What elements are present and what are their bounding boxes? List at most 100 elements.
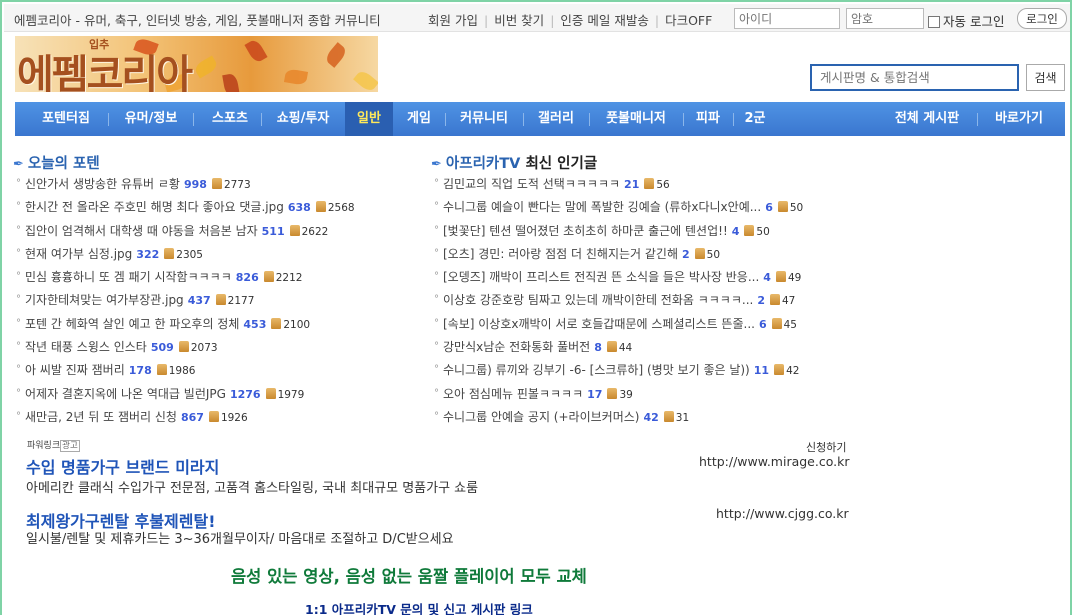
nav-item-general[interactable]: 일반 [345, 102, 393, 136]
find-password-link[interactable]: 비번 찾기 [494, 13, 544, 28]
comment-count: 42 [643, 410, 659, 424]
nav-shortcut[interactable]: 바로가기 [981, 102, 1057, 136]
feather-icon: ✒ [431, 157, 442, 172]
nav-item-humor[interactable]: 유머/정보 [112, 102, 190, 136]
post-title[interactable]: 김민교의 직업 도적 선택ㅋㅋㅋㅋㅋ [443, 177, 620, 191]
thumbs-up-icon [289, 224, 300, 236]
nav-item-football-manager[interactable]: 풋볼매니저 [592, 102, 680, 136]
post-title[interactable]: [벛꽃단] 텐션 떨어졌던 초히초히 하마쿤 출근에 텐션업!! [443, 224, 728, 238]
nav-item-shopping[interactable]: 쇼핑/투자 [264, 102, 342, 136]
list-item[interactable]: ° 현재 여가부 심정.jpg 322 2305 [16, 244, 355, 267]
search-input[interactable] [810, 64, 1019, 91]
list-item[interactable]: ° [오츠] 경민: 러아랑 점점 더 친해지는거 같긴해 2 50 [434, 244, 803, 267]
list-item[interactable]: ° 아 씨발 진짜 잼버리 178 1986 [16, 360, 355, 383]
post-title[interactable]: 포텐 간 헤화역 살인 예고 한 파오후의 정체 [25, 317, 239, 331]
nav-item-poten[interactable]: 포텐터짐 [29, 102, 103, 136]
post-title[interactable]: 수니그룹 예슬이 빤다는 말에 폭발한 깅예슬 (류하x다니x안예... [443, 200, 761, 214]
list-item[interactable]: ° 수니그룹 예슬이 빤다는 말에 폭발한 깅예슬 (류하x다니x안예... 6 50 [434, 197, 803, 220]
page-frame: 에펨코리아 - 유머, 축구, 인터넷 방송, 게임, 풋볼매니저 종합 커뮤니… [0, 0, 1072, 615]
comment-count: 8 [594, 341, 602, 355]
comment-count: 6 [758, 317, 767, 331]
thumbs-up-icon [644, 178, 655, 189]
list-item[interactable]: ° 강만식x남순 전화통화 풀버전 8 44 [434, 337, 803, 360]
ad-url-1[interactable]: http://www.mirage.co.kr [699, 454, 850, 469]
search-button[interactable]: 검색 [1026, 64, 1065, 91]
post-title[interactable]: 집안이 엄격해서 대학생 때 야동을 처음본 남자 [25, 224, 258, 238]
list-item[interactable]: ° 포텐 간 헤화역 살인 예고 한 파오후의 정체 453 2100 [16, 314, 355, 337]
site-logo[interactable]: 입추 에펨코리아 [15, 36, 378, 92]
list-item[interactable]: ° 김민교의 직업 도적 선택ㅋㅋㅋㅋㅋ 21 56 [434, 174, 803, 197]
user-id-input[interactable] [734, 8, 840, 29]
post-title[interactable]: 신안가서 생방송한 유튜버 ㄹ황 [25, 177, 180, 191]
post-title[interactable]: 어제자 결혼지옥에 나온 역대급 빌런JPG [25, 387, 226, 401]
nav-item-community[interactable]: 커뮤니티 [448, 102, 520, 136]
section-title-today-poten[interactable]: ✒ 오늘의 포텐 [13, 152, 100, 173]
post-title[interactable]: [오츠] 경민: 러아랑 점점 더 친해지는거 같긴해 [443, 247, 678, 261]
signup-link[interactable]: 회원 가입 [428, 13, 478, 28]
list-item[interactable]: ° 한시간 전 올라온 주호민 해명 최다 좋아요 댓글.jpg 638 2568 [16, 197, 355, 220]
list-item[interactable]: ° 오아 점심메뉴 핀볼ㅋㅋㅋㅋ 17 39 [434, 384, 803, 407]
ad-apply-link[interactable]: 신청하기 [806, 439, 846, 455]
thumbs-up-icon [606, 341, 617, 353]
bullet-icon: ° [16, 294, 21, 306]
post-title[interactable]: 민심 흉흉하니 또 겜 패기 시작함ㅋㅋㅋㅋ [25, 270, 232, 284]
thumbs-up-icon [771, 317, 782, 329]
post-title[interactable]: 아 씨발 진짜 잼버리 [25, 363, 125, 377]
list-item[interactable]: ° [속보] 이상호x깨박이 서로 호들갑때문에 스페셜리스트 뜬줄... 6 45 [434, 314, 803, 337]
comment-count: 511 [261, 224, 285, 238]
list-item[interactable]: ° [오뎅즈] 깨박이 프리스트 전직권 뜬 소식을 들은 박사장 반응... 4 4… [434, 267, 803, 290]
post-title[interactable]: [오뎅즈] 깨박이 프리스트 전직권 뜬 소식을 들은 박사장 반응... [443, 270, 759, 284]
nav-item-fifa[interactable]: 피파 [686, 102, 730, 136]
auto-login-label: 자동 로그인 [943, 14, 1005, 29]
thumbs-up-icon [271, 317, 282, 329]
ad-url-2[interactable]: http://www.cjgg.co.kr [716, 506, 849, 521]
post-title[interactable]: 기자한테쳐맞는 여가부장관.jpg [25, 293, 184, 307]
post-title[interactable]: 이상호 강준호랑 팀짜고 있는데 깨박이한테 전화옴 ㅋㅋㅋㅋ... [443, 293, 753, 307]
auto-login-checkbox[interactable]: 자동 로그인 [928, 11, 1004, 30]
like-count: 2100 [283, 318, 311, 331]
list-item[interactable]: ° [벛꽃단] 텐션 떨어졌던 초히초히 하마쿤 출근에 텐션업!! 4 50 [434, 221, 803, 244]
post-title[interactable]: 새만금, 2년 뒤 또 잼버리 신청 [25, 410, 177, 424]
like-count: 2305 [176, 248, 203, 261]
post-title[interactable]: 강만식x남순 전화통화 풀버전 [443, 340, 590, 354]
list-item[interactable]: ° 새만금, 2년 뒤 또 잼버리 신청 867 1926 [16, 407, 355, 430]
like-count: 39 [619, 388, 633, 401]
bullet-icon: ° [434, 178, 439, 189]
list-item[interactable]: ° 수니그룹) 류끼와 깅부기 -6- [스크류하] (병맛 보기 좋은 날)) 1… [434, 360, 803, 383]
section-title-afreeca[interactable]: ✒ 아프리카TV 최신 인기글 [431, 152, 597, 173]
post-title[interactable]: 수니그룹) 류끼와 깅부기 -6- [스크류하] (병맛 보기 좋은 날)) [443, 363, 750, 377]
post-title[interactable]: 한시간 전 올라온 주호민 해명 최다 좋아요 댓글.jpg [25, 200, 284, 214]
nav-item-sports[interactable]: 스포츠 [196, 102, 264, 136]
list-item[interactable]: ° 어제자 결혼지옥에 나온 역대급 빌런JPG 1276 1979 [16, 384, 355, 407]
list-item[interactable]: ° 집안이 엄격해서 대학생 때 야동을 처음본 남자 511 2622 [16, 221, 355, 244]
post-title[interactable]: 현재 여가부 심정.jpg [25, 247, 132, 261]
nav-item-2gun[interactable]: 2군 [736, 102, 774, 136]
nav-item-gallery[interactable]: 갤러리 [526, 102, 586, 136]
list-item[interactable]: ° 이상호 강준호랑 팀짜고 있는데 깨박이한테 전화옴 ㅋㅋㅋㅋ... 2 47 [434, 290, 803, 313]
dark-mode-toggle[interactable]: 다크OFF [665, 13, 712, 28]
post-title[interactable]: [속보] 이상호x깨박이 서로 호들갑때문에 스페셜리스트 뜬줄... [443, 317, 755, 331]
ad-title-1[interactable]: 수입 명품가구 브랜드 미라지 [26, 454, 219, 478]
list-item[interactable]: ° 작년 태풍 스윙스 인스타 509 2073 [16, 337, 355, 360]
like-count: 1979 [277, 388, 305, 401]
list-item[interactable]: ° 수니그룹 안예슬 공지 (+라이브커머스) 42 31 [434, 407, 803, 430]
nav-all-boards[interactable]: 전체 게시판 [881, 102, 973, 136]
post-title[interactable]: 작년 태풍 스윙스 인스타 [25, 340, 147, 354]
password-input[interactable] [846, 8, 924, 29]
top-links: 회원 가입 | 비번 찾기 | 인증 메일 재발송 | 다크OFF [428, 13, 713, 28]
login-button[interactable]: 로그인 [1017, 8, 1067, 29]
list-item[interactable]: ° 기자한테쳐맞는 여가부장관.jpg 437 2177 [16, 290, 355, 313]
notice-banner[interactable]: 음성 있는 영상, 음성 없는 움짤 플레이어 모두 교체 [231, 563, 587, 587]
list-item[interactable]: ° 신안가서 생방송한 유튜버 ㄹ황 998 2773 [16, 174, 355, 197]
list-item[interactable]: ° 민심 흉흉하니 또 겜 패기 시작함ㅋㅋㅋㅋ 826 2212 [16, 267, 355, 290]
thumbs-up-icon [164, 247, 175, 259]
resend-verification-link[interactable]: 인증 메일 재발송 [560, 13, 648, 28]
nav-item-game[interactable]: 게임 [396, 102, 442, 136]
like-count: 2212 [275, 272, 303, 285]
inquiry-link[interactable]: 1:1 아프리카TV 문의 및 신고 게시판 링크 [305, 599, 533, 615]
bullet-icon: ° [434, 387, 439, 399]
post-title[interactable]: 오아 점심메뉴 핀볼ㅋㅋㅋㅋ [443, 387, 583, 401]
like-count: 1986 [168, 365, 196, 378]
post-title[interactable]: 수니그룹 안예슬 공지 (+라이브커머스) [443, 410, 639, 424]
bullet-icon: ° [16, 341, 21, 353]
